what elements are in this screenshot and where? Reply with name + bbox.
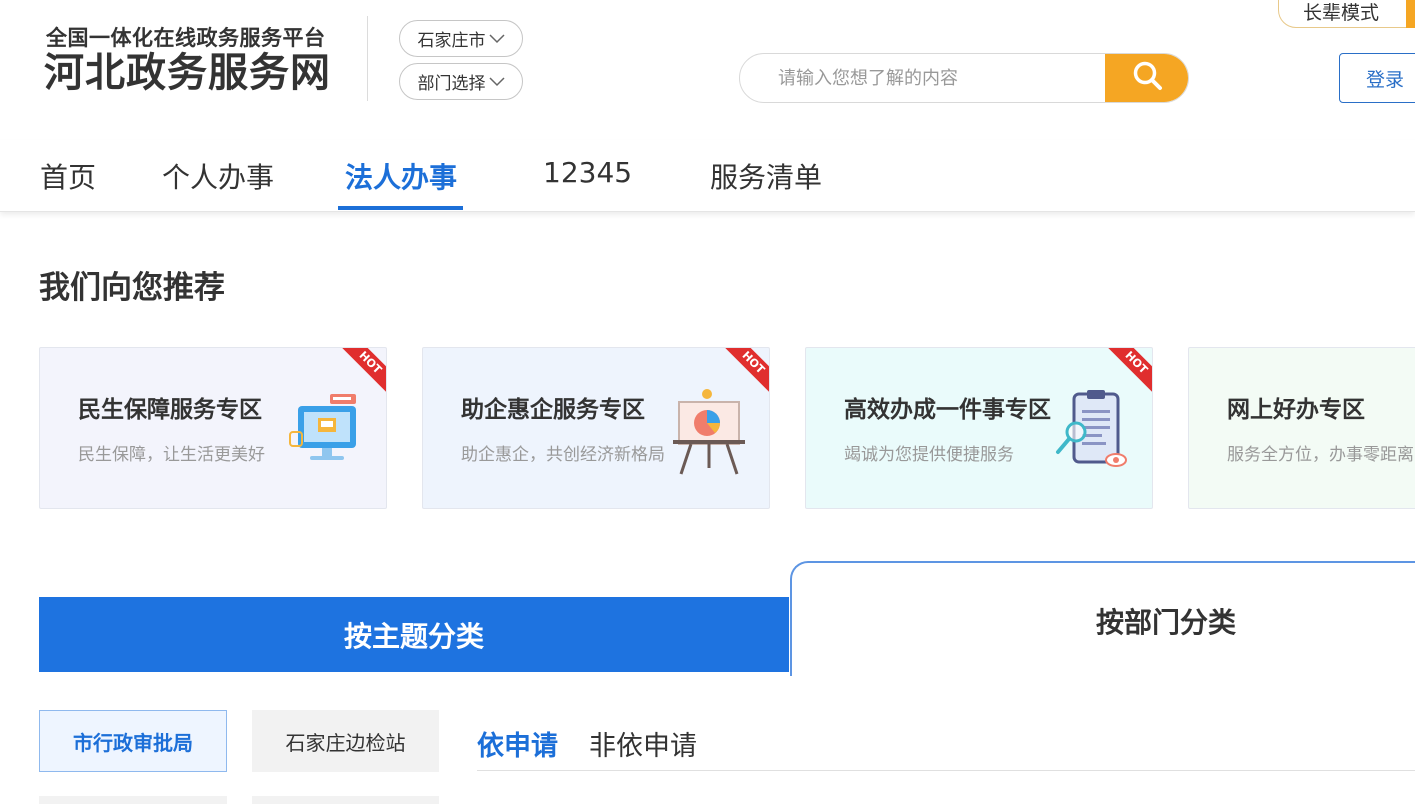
city-select-label: 石家庄市 (417, 31, 486, 51)
site-logo-title[interactable]: 河北政务服务网 (44, 49, 331, 97)
card-desc: 助企惠企，共创经济新格局 (461, 445, 665, 465)
nav-item-service-list[interactable]: 服务清单 (710, 156, 822, 196)
card-one-thing-efficiently[interactable]: 高效办成一件事专区 竭诚为您提供便捷服务 HOT (805, 347, 1153, 509)
recommend-title: 我们向您推荐 (39, 270, 225, 306)
monitor-icon (288, 388, 368, 478)
search-input[interactable] (740, 54, 1106, 102)
card-title: 助企惠企服务专区 (461, 397, 645, 423)
card-enterprise-support[interactable]: 助企惠企服务专区 助企惠企，共创经济新格局 HOT (422, 347, 770, 509)
tab-by-theme[interactable]: 按主题分类 (39, 597, 789, 672)
dept-item[interactable] (39, 796, 227, 804)
card-title: 民生保障服务专区 (78, 397, 262, 423)
nav-item-home[interactable]: 首页 (40, 156, 96, 196)
elder-mode-accent (1406, 0, 1415, 28)
tab-non-application[interactable]: 非依申请 (589, 724, 697, 763)
apply-tabs-divider (477, 770, 1415, 771)
main-nav: 首页 个人办事 法人办事 12345 服务清单 (0, 140, 1415, 212)
department-select-label: 部门选择 (417, 74, 486, 94)
hot-badge: HOT (1106, 348, 1152, 394)
nav-active-underline (338, 206, 463, 210)
tab-by-department-label: 按部门分类 (1096, 606, 1237, 639)
card-livelihood[interactable]: 民生保障服务专区 民生保障，让生活更美好 HOT (39, 347, 387, 509)
chevron-down-icon (488, 72, 505, 92)
card-online-easy[interactable]: 网上好办专区 服务全方位，办事零距离 (1188, 347, 1415, 509)
easel-chart-icon (671, 388, 751, 478)
search-button[interactable] (1105, 54, 1188, 102)
search-icon (1132, 60, 1164, 96)
card-title: 网上好办专区 (1227, 397, 1365, 423)
elder-mode-button[interactable]: 长辈模式 (1278, 0, 1415, 28)
nav-item-12345[interactable]: 12345 (543, 156, 632, 189)
tab-by-department[interactable]: 按部门分类 (790, 561, 1415, 676)
dept-item[interactable] (252, 796, 439, 804)
dept-item-admin-approval[interactable]: 市行政审批局 (39, 710, 227, 772)
nav-item-personal[interactable]: 个人办事 (162, 156, 274, 196)
chevron-down-icon (488, 29, 505, 49)
clipboard-magnifier-icon (1054, 388, 1134, 478)
platform-subtitle: 全国一体化在线政务服务平台 (46, 26, 326, 50)
department-select[interactable]: 部门选择 (399, 63, 523, 100)
hot-badge: HOT (340, 348, 386, 394)
city-select[interactable]: 石家庄市 (399, 20, 523, 57)
search-bar (739, 53, 1189, 103)
dept-item-border-inspection[interactable]: 石家庄边检站 (252, 710, 439, 772)
card-desc: 民生保障，让生活更美好 (78, 445, 265, 465)
card-title: 高效办成一件事专区 (844, 397, 1051, 423)
tab-on-application[interactable]: 依申请 (477, 724, 558, 763)
login-button[interactable]: 登录 (1339, 53, 1415, 103)
header-divider (367, 16, 368, 101)
card-desc: 服务全方位，办事零距离 (1227, 445, 1414, 465)
card-desc: 竭诚为您提供便捷服务 (844, 445, 1014, 465)
page: 全国一体化在线政务服务平台 河北政务服务网 石家庄市 部门选择 长辈模式 登录 … (0, 0, 1415, 804)
nav-item-legal-entity[interactable]: 法人办事 (345, 156, 457, 196)
hot-badge: HOT (723, 348, 769, 394)
